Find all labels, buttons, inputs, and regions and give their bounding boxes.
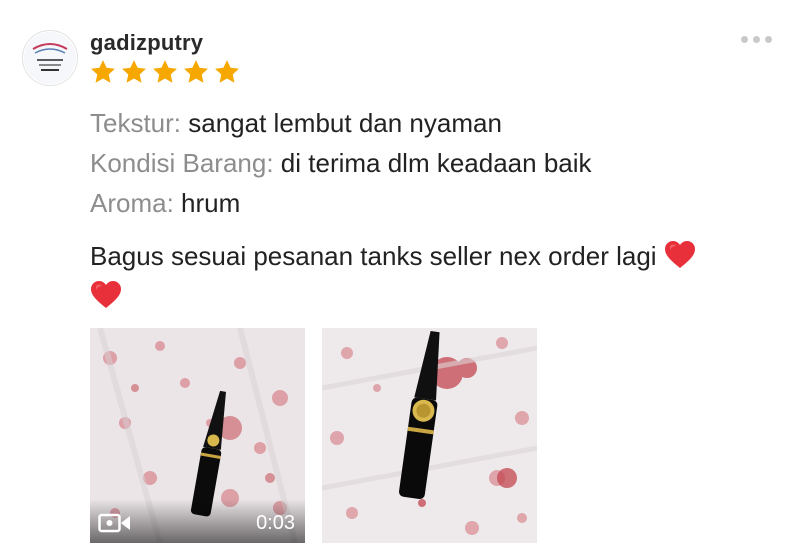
attribute-value: di terima dlm keadaan baik	[280, 148, 592, 178]
video-camera-icon	[98, 513, 130, 533]
rating-stars	[88, 58, 242, 86]
attribute-aroma: Aroma: hrum	[90, 188, 240, 219]
heart-emoji-icon	[91, 281, 121, 308]
review-comment-text: Bagus sesuai pesanan tanks seller nex or…	[90, 241, 657, 271]
star-icon	[122, 60, 146, 83]
avatar[interactable]	[22, 30, 78, 86]
attribute-value: sangat lembut dan nyaman	[188, 108, 502, 138]
review-photo-thumbnail[interactable]	[322, 328, 537, 543]
photo-thumbnail-image	[322, 328, 537, 543]
attribute-label: Tekstur:	[90, 108, 182, 138]
star-icon	[215, 60, 239, 83]
attribute-value: hrum	[181, 188, 241, 218]
dot	[753, 36, 760, 43]
attribute-label: Kondisi Barang:	[90, 148, 274, 178]
star-icon	[153, 60, 177, 83]
star-icon	[91, 60, 115, 83]
video-duration: 0:03	[256, 512, 295, 534]
review-video-thumbnail[interactable]: 0:03	[90, 328, 305, 543]
video-overlay: 0:03	[90, 499, 305, 543]
attribute-texture: Tekstur: sangat lembut dan nyaman	[90, 108, 502, 139]
reviewer-username[interactable]: gadizputry	[90, 30, 203, 56]
more-options-icon[interactable]	[741, 36, 772, 43]
review-comment: Bagus sesuai pesanan tanks seller nex or…	[90, 236, 770, 316]
heart-emoji-icon	[664, 241, 695, 268]
star-icon	[184, 60, 208, 83]
dot	[765, 36, 772, 43]
attribute-condition: Kondisi Barang: di terima dlm keadaan ba…	[90, 148, 592, 179]
dot	[741, 36, 748, 43]
attribute-label: Aroma:	[90, 188, 174, 218]
